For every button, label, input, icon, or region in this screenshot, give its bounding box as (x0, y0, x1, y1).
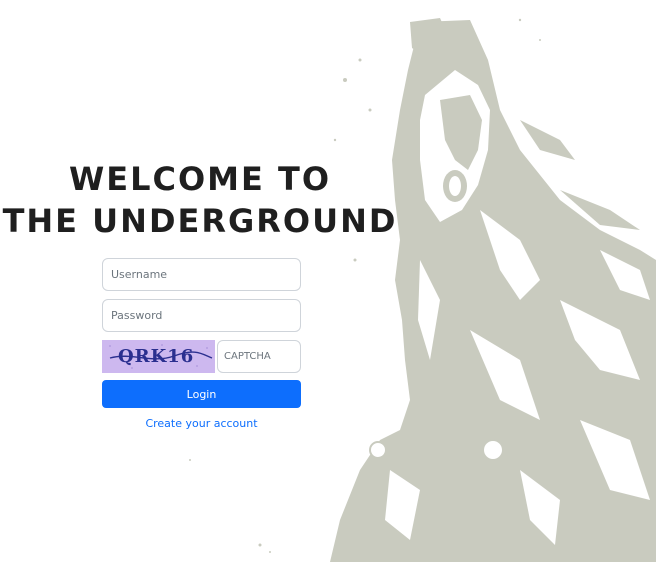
captcha-image: QRK16 (102, 340, 215, 373)
welcome-heading: WELCOME TO THE UNDERGROUND (0, 158, 400, 242)
username-input[interactable] (102, 258, 301, 291)
create-account-link[interactable]: Create your account (102, 417, 301, 430)
captcha-input[interactable] (217, 340, 301, 373)
hooded-figure-illustration (189, 18, 656, 562)
welcome-heading-line1: WELCOME TO (68, 160, 332, 198)
login-button[interactable]: Login (102, 380, 301, 408)
login-form: QRK16 Login Create your account (102, 258, 301, 430)
welcome-heading-line2: THE UNDERGROUND (2, 202, 398, 240)
password-input[interactable] (102, 299, 301, 332)
captcha-row: QRK16 (102, 340, 301, 373)
login-page: WELCOME TO THE UNDERGROUND QRK16 Login (0, 0, 656, 562)
